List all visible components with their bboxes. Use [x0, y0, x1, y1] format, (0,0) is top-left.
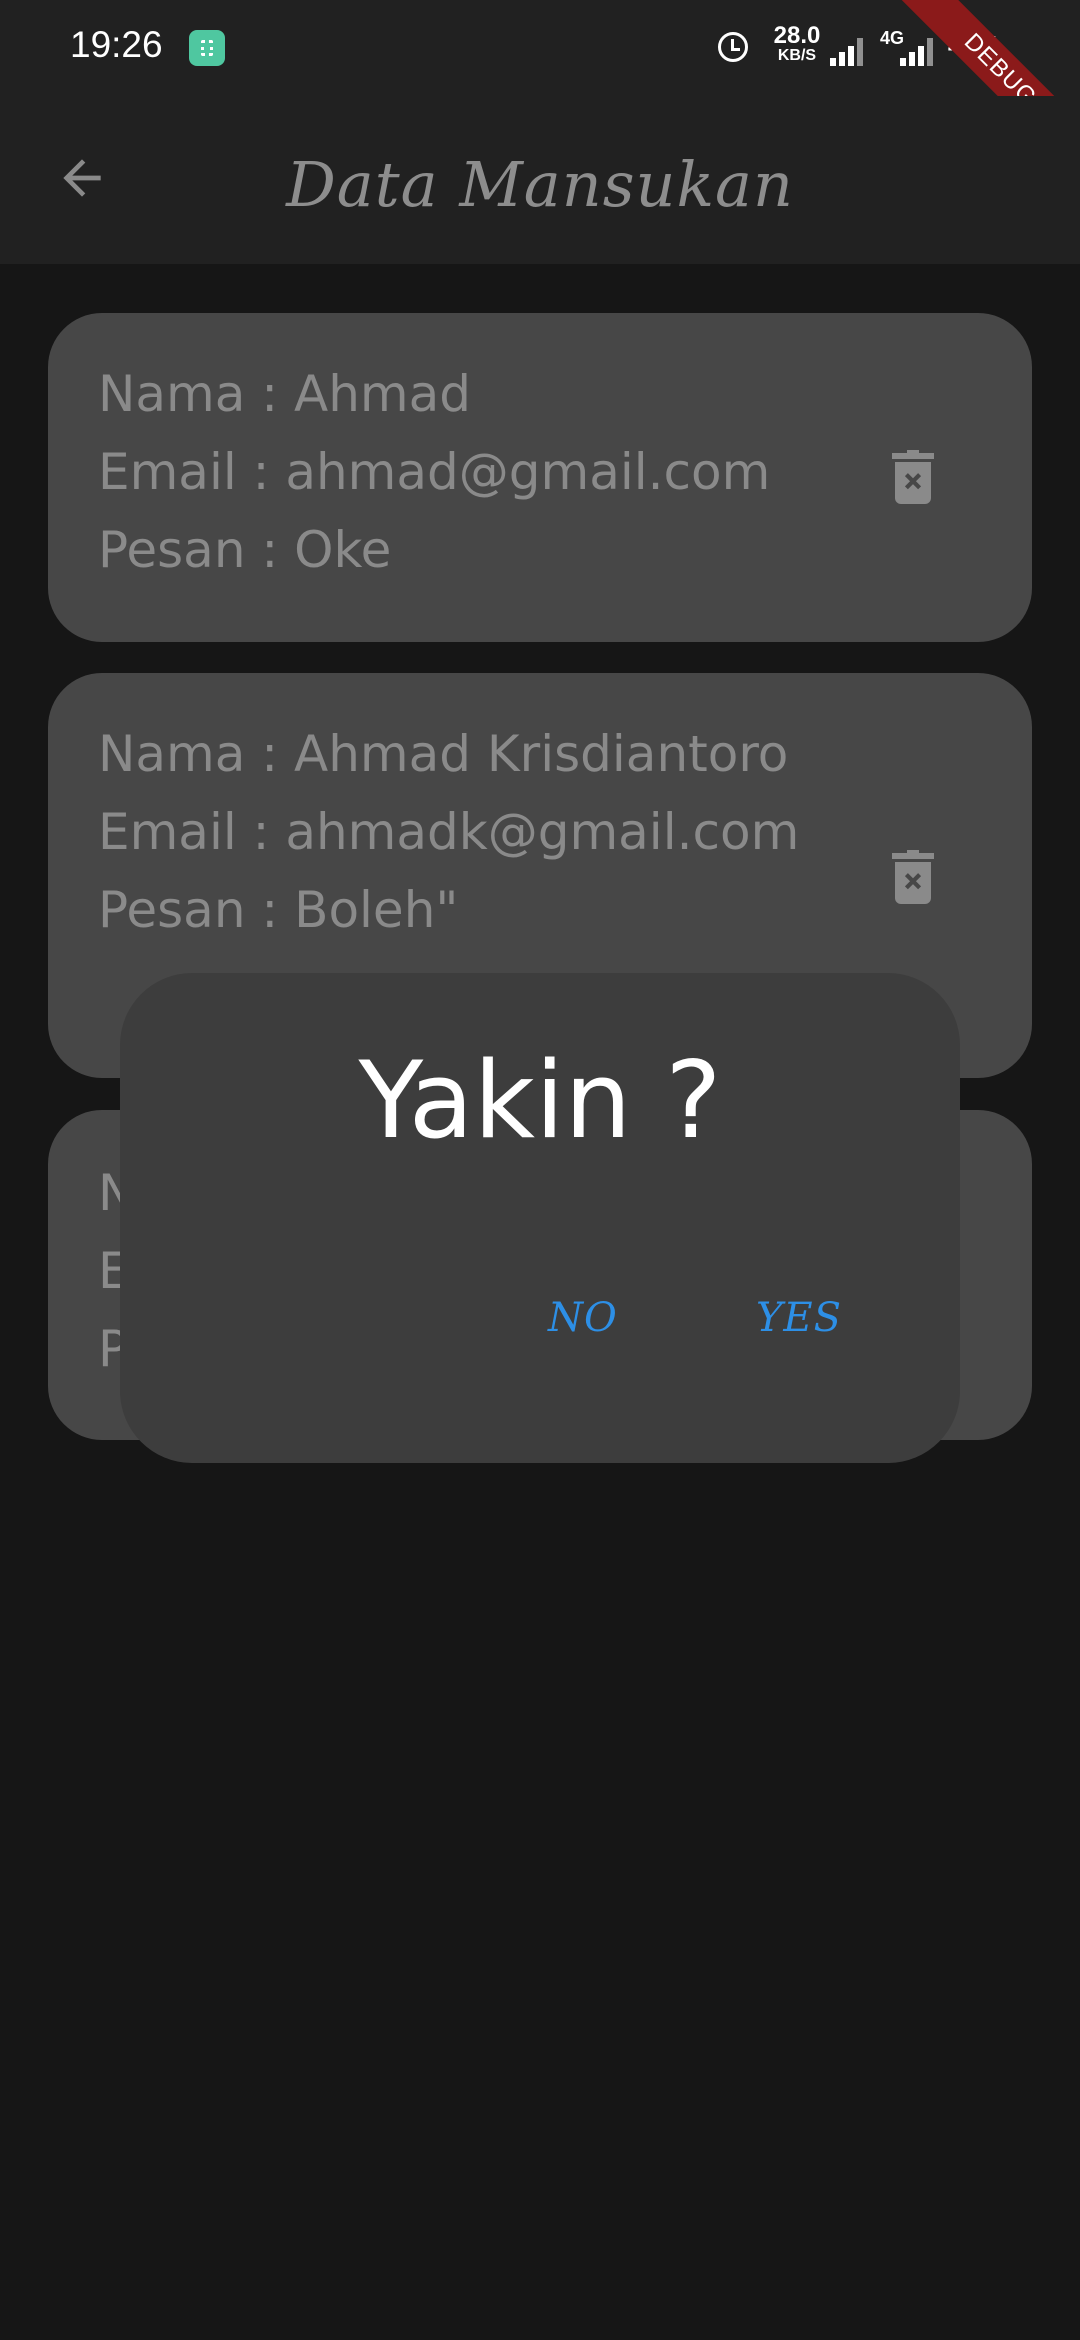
card-pesan: Pesan : Oke [98, 521, 392, 579]
alarm-icon [718, 32, 748, 62]
status-time: 19:26 [70, 24, 163, 65]
network-speed-unit: KB/S [777, 47, 817, 64]
signal-icon [830, 36, 864, 66]
yes-button[interactable]: YES [756, 1295, 842, 1341]
signal-4g-icon [900, 36, 934, 66]
page-title: Data Mansukan [286, 148, 794, 221]
card-nama: Nama : Ahmad Krisdiantoro [98, 725, 789, 783]
card-pesan: Pesan : Boleh" [98, 881, 459, 939]
app-bar: Data Mansukan [0, 96, 1080, 264]
network-speed-value: 28.0 [773, 22, 821, 49]
card-email: Email : ahmadk@gmail.com [98, 803, 800, 861]
dialog-title: Yakin ? [358, 1039, 722, 1162]
app-notification-icon [189, 30, 225, 66]
confirm-dialog: Yakin ? NO YES [120, 973, 960, 1463]
message-card: Nama : Ahmad Email : ahmad@gmail.com Pes… [48, 313, 1032, 642]
card-email: Email : ahmad@gmail.com [98, 443, 771, 501]
trash-icon[interactable] [892, 449, 934, 505]
trash-icon[interactable] [892, 849, 934, 905]
card-nama: Nama : Ahmad [98, 365, 471, 423]
network-speed: 28.0 KB/S [762, 24, 832, 64]
no-button[interactable]: NO [548, 1295, 618, 1341]
